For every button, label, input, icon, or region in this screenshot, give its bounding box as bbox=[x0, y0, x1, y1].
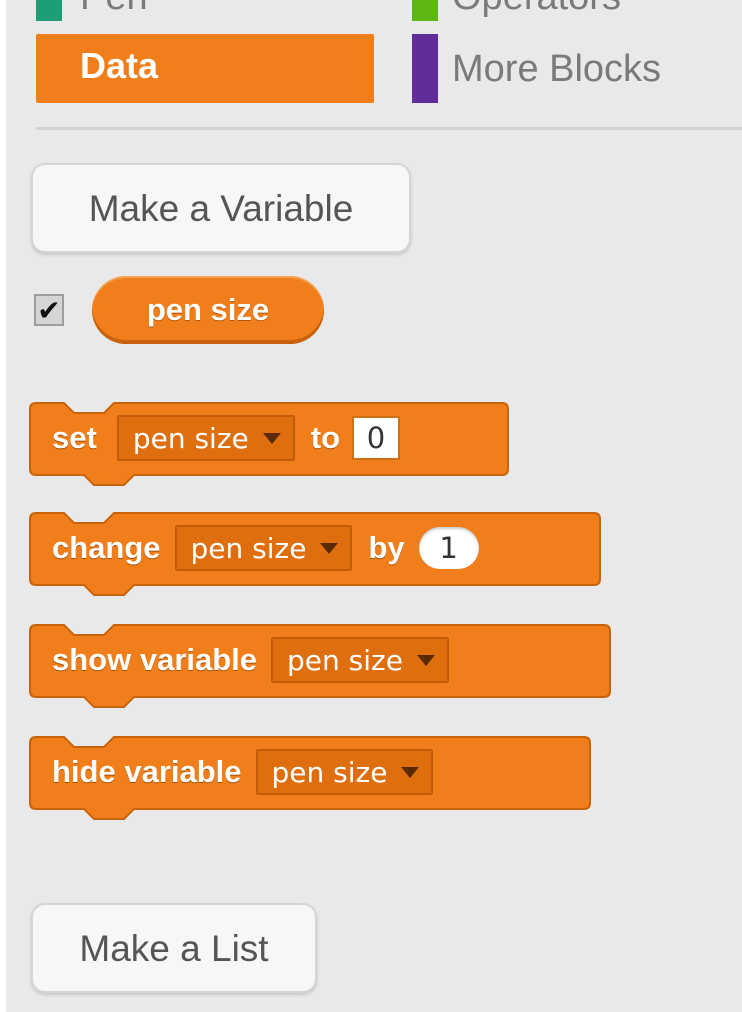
variable-visible-checkbox[interactable]: ✔ bbox=[34, 293, 64, 327]
block-keyword-change: change bbox=[52, 530, 161, 565]
change-variable-block[interactable]: change pen size by 1 bbox=[29, 512, 601, 596]
dropdown-value: pen size bbox=[271, 755, 388, 789]
category-operators-label[interactable]: Operators bbox=[452, 0, 621, 16]
show-variable-block[interactable]: show variable pen size bbox=[29, 624, 611, 708]
block-keyword-hide-variable: hide variable bbox=[52, 754, 242, 789]
dropdown-value: pen size bbox=[287, 643, 403, 677]
category-divider bbox=[36, 127, 742, 130]
dropdown-arrow-icon bbox=[416, 654, 435, 666]
make-variable-button[interactable]: Make a Variable bbox=[31, 163, 411, 253]
block-keyword-set: set bbox=[52, 420, 97, 455]
category-pen-label[interactable]: Pen bbox=[80, 0, 148, 16]
variable-dropdown[interactable]: pen size bbox=[116, 415, 295, 461]
make-list-button[interactable]: Make a List bbox=[31, 903, 317, 993]
palette-left-edge bbox=[0, 0, 6, 1012]
category-pen-color[interactable] bbox=[36, 0, 62, 21]
variable-dropdown[interactable]: pen size bbox=[255, 749, 434, 795]
pen-size-reporter[interactable]: pen size bbox=[92, 276, 324, 344]
category-more-blocks-label[interactable]: More Blocks bbox=[452, 50, 661, 88]
set-variable-block[interactable]: set pen size to 0 bbox=[29, 402, 509, 486]
dropdown-value: pen size bbox=[190, 531, 307, 565]
dropdown-arrow-icon bbox=[262, 432, 281, 444]
block-keyword-show-variable: show variable bbox=[52, 642, 258, 677]
category-operators-color[interactable] bbox=[412, 0, 438, 21]
block-keyword-by: by bbox=[368, 530, 405, 565]
dropdown-value: pen size bbox=[132, 421, 249, 455]
variable-dropdown[interactable]: pen size bbox=[174, 525, 353, 571]
value-input[interactable]: 0 bbox=[352, 416, 401, 460]
hide-variable-block[interactable]: hide variable pen size bbox=[29, 736, 591, 820]
blocks-palette: Pen Operators Data More Blocks Make a Va… bbox=[0, 0, 742, 1012]
dropdown-arrow-icon bbox=[320, 542, 339, 554]
variable-dropdown[interactable]: pen size bbox=[271, 637, 449, 683]
category-more-blocks-color[interactable] bbox=[412, 34, 438, 103]
checkmark-icon: ✔ bbox=[37, 293, 61, 327]
block-keyword-to: to bbox=[310, 420, 341, 455]
category-data-label: Data bbox=[80, 45, 159, 86]
dropdown-arrow-icon bbox=[401, 766, 420, 778]
value-input[interactable]: 1 bbox=[418, 527, 479, 569]
